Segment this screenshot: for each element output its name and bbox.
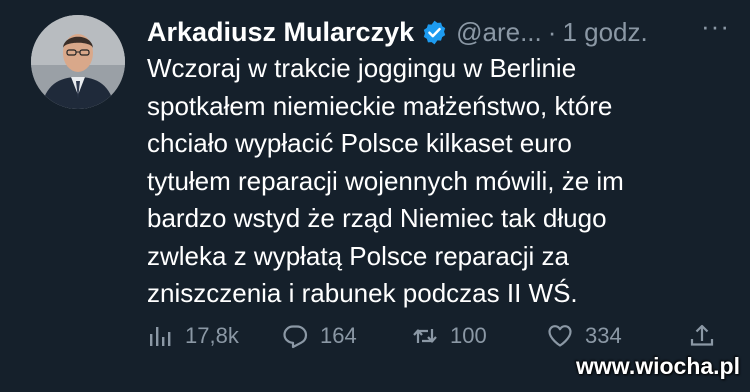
views-icon (150, 327, 171, 346)
views-count: 17,8k (185, 323, 239, 348)
retweet-button[interactable]: 100 (412, 323, 487, 349)
like-icon (548, 325, 572, 347)
author-handle[interactable]: @are... (456, 17, 542, 48)
like-count: 334 (585, 323, 622, 348)
views-button[interactable]: 17,8k (147, 323, 239, 349)
timestamp[interactable]: 1 godz. (562, 17, 647, 48)
retweet-icon (413, 329, 437, 343)
like-button[interactable]: 334 (547, 323, 622, 349)
reply-icon (283, 325, 308, 349)
reply-count: 164 (320, 323, 357, 348)
separator-dot: · (547, 16, 557, 47)
tweet-header: Arkadiusz Mularczyk @are... · 1 godz. (147, 12, 730, 52)
share-button[interactable] (689, 323, 715, 349)
share-icon (690, 324, 714, 346)
avatar-image (31, 15, 125, 109)
avatar[interactable] (31, 15, 125, 109)
reply-button[interactable]: 164 (282, 323, 357, 349)
more-icon[interactable]: ··· (701, 13, 730, 39)
watermark: www.wiocha.pl (576, 353, 740, 379)
tweet: Arkadiusz Mularczyk @are... · 1 godz. ··… (0, 0, 750, 392)
author-name[interactable]: Arkadiusz Mularczyk (147, 17, 414, 48)
tweet-text: Wczoraj w trakcie joggingu w Berlinie sp… (147, 53, 624, 308)
retweet-count: 100 (450, 323, 487, 348)
verified-icon (421, 19, 448, 46)
